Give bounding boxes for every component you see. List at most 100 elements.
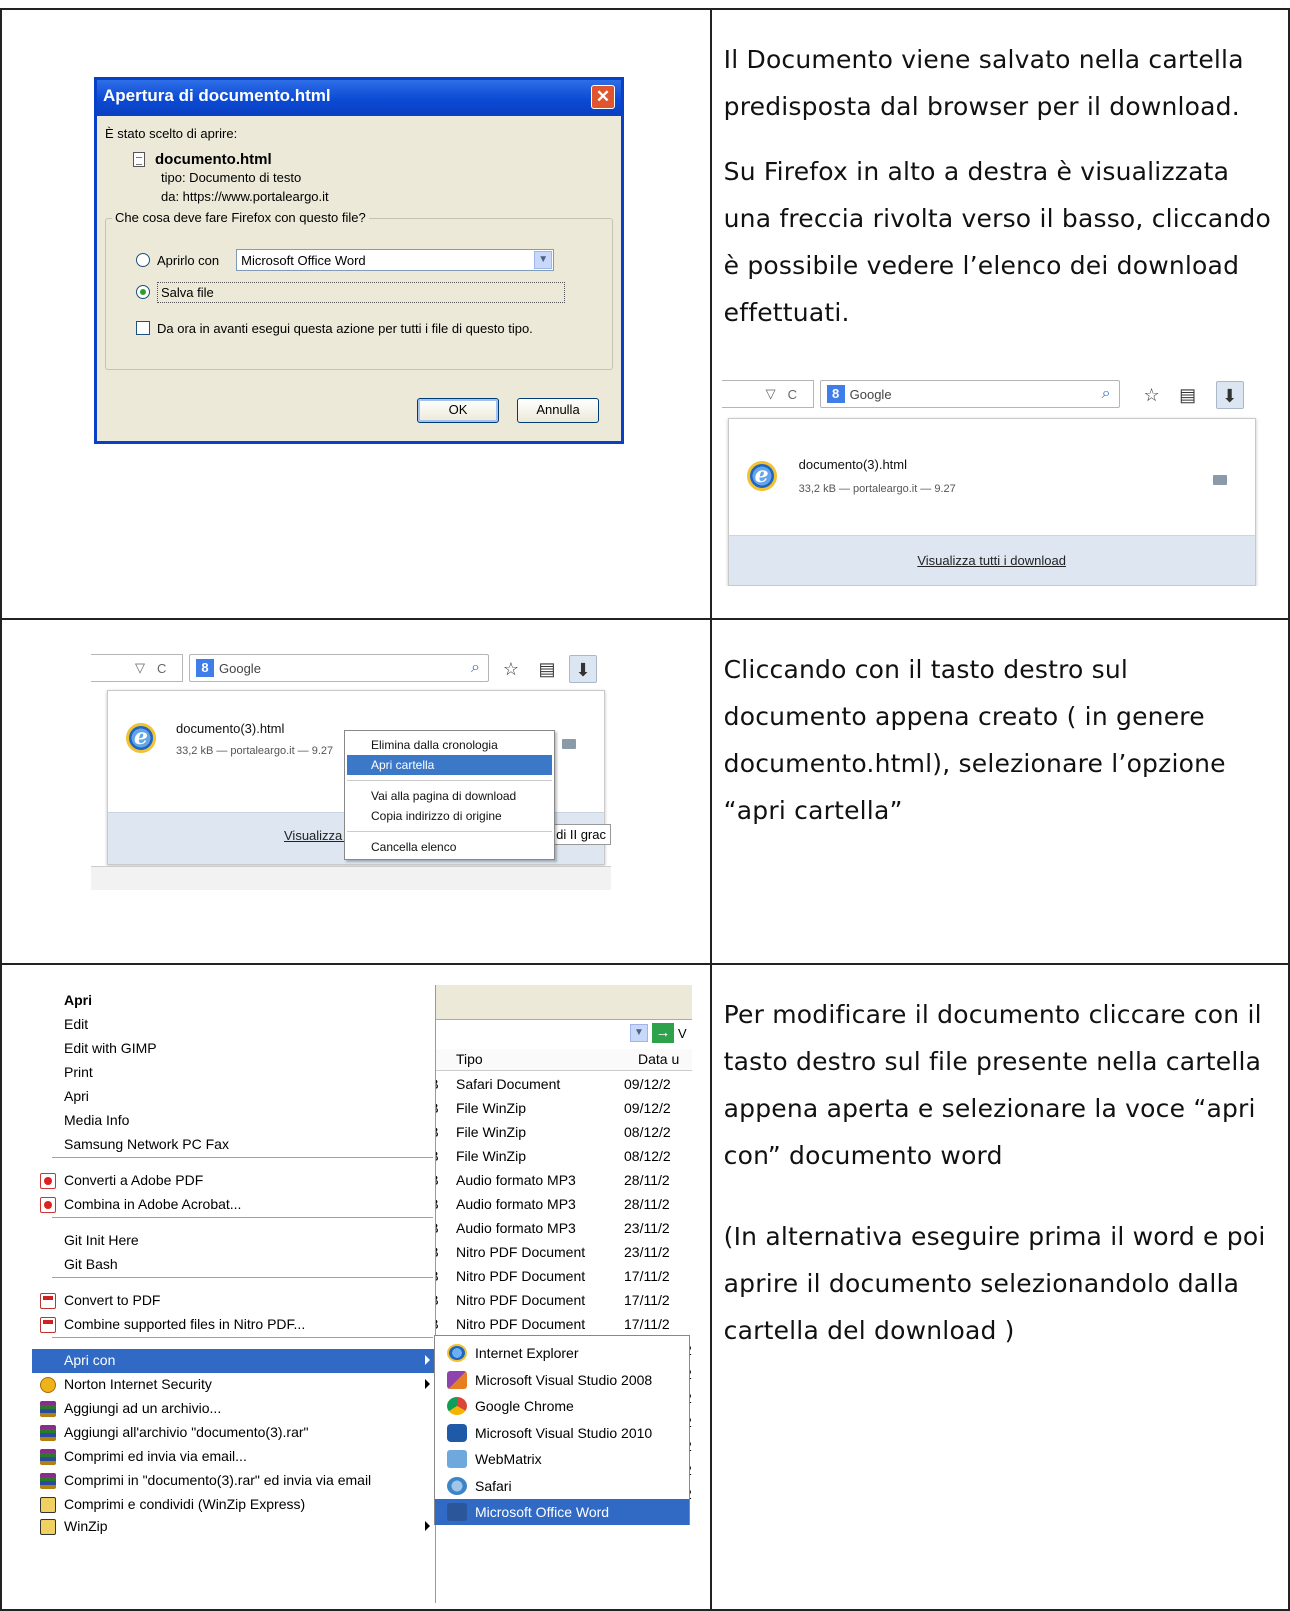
menu-separator [52,1217,433,1218]
menu-item-open-with[interactable]: Apri con [32,1349,436,1373]
menu-item-combine-acrobat[interactable]: Combina in Adobe Acrobat... [32,1193,436,1217]
menu-item-clear-list[interactable]: Cancella elenco [345,837,554,857]
download-filename[interactable]: documento(3).html [176,721,284,736]
download-arrow-icon[interactable]: ⬇ [1215,381,1244,409]
menu-item-media-info[interactable]: Media Info [32,1109,436,1133]
column-date[interactable]: Data u [638,1051,679,1067]
menu-item-go-to-download-page[interactable]: Vai alla pagina di download [345,786,554,806]
menu-item-add-archive[interactable]: Aggiungi ad un archivio... [32,1397,436,1421]
open-with-option[interactable]: Aprirlo con Microsoft Office Word ▼ [136,249,598,271]
ok-button[interactable]: OK [417,398,499,423]
file-date: 09/12/2 [624,1076,671,1092]
pdf-icon [40,1197,56,1213]
menu-item-remove-from-history[interactable]: Elimina dalla cronologia [345,735,554,755]
nitro-icon [40,1293,56,1309]
file-row[interactable]: KBAudio formato MP328/11/2 [420,1193,692,1217]
submenu-item-vs2010[interactable]: Microsoft Visual Studio 2010 [435,1420,689,1446]
file-type: Safari Document [456,1076,561,1092]
close-icon[interactable]: ✕ [591,85,615,109]
menu-item-compress-rar-email[interactable]: Comprimi in "documento(3).rar" ed invia … [32,1469,436,1493]
submenu-item-vs2008[interactable]: Microsoft Visual Studio 2008 [435,1367,689,1393]
search-icon[interactable]: ⌕ [1102,385,1111,403]
save-file-option[interactable]: Salva file [136,281,598,303]
menu-item-git-init[interactable]: Git Init Here [32,1229,436,1253]
reload-icon[interactable]: C [157,661,166,676]
url-bar-fragment[interactable]: ▽ C [91,654,183,682]
file-row[interactable]: KBNitro PDF Document17/11/2 [420,1289,692,1313]
submenu-item-webmatrix[interactable]: WebMatrix [435,1446,689,1472]
dialog-file-source: da: https://www.portaleargo.it [161,189,329,204]
google-search-engine-icon[interactable]: 8 [826,385,845,403]
open-with-select[interactable]: Microsoft Office Word ▼ [236,249,555,271]
row1-text-cell: Il Documento viene salvato nella cartell… [709,8,1290,620]
menu-item-combine-nitro[interactable]: Combine supported files in Nitro PDF... [32,1313,436,1337]
file-row[interactable]: KBNitro PDF Document17/11/2 [420,1265,692,1289]
menu-item-edit[interactable]: Edit [32,1013,436,1037]
open-with-radio[interactable] [136,253,150,267]
file-row[interactable]: KBNitro PDF Document23/11/2 [420,1241,692,1265]
submenu-item-word[interactable]: Microsoft Office Word [435,1499,689,1525]
menu-item-samsung-fax[interactable]: Samsung Network PC Fax [32,1133,436,1157]
file-row[interactable]: KBFile WinZip09/12/2 [420,1097,692,1121]
bookmarks-icon[interactable]: ▤ [533,655,561,683]
submenu-item-label: Google Chrome [475,1398,574,1414]
submenu-item-internet-explorer[interactable]: Internet Explorer [435,1340,689,1366]
file-row[interactable]: KBNitro PDF Document17/11/2 [420,1313,692,1337]
menu-item-copy-source-address[interactable]: Copia indirizzo di origine [345,806,554,826]
row2-screenshot-cell: ▽ C 8 Google ⌕ ☆ ▤ ⬇ e documento(3).html [0,618,712,965]
dialog-filename: documento.html [155,151,272,168]
chevron-down-icon[interactable]: ▼ [534,251,553,269]
column-type[interactable]: Tipo [456,1051,483,1067]
search-icon[interactable]: ⌕ [471,659,480,677]
download-meta: 33,2 kB — portaleargo.it — 9.27 [798,483,956,495]
menu-item-convert-to-pdf[interactable]: Convert to PDF [32,1289,436,1313]
bookmarks-icon[interactable]: ▤ [1174,381,1202,409]
menu-item-compress-email[interactable]: Comprimi ed invia via email... [32,1445,436,1469]
submenu-item-chrome[interactable]: Google Chrome [435,1393,689,1419]
folder-icon[interactable] [562,739,576,749]
cancel-button[interactable]: Annulla [517,398,599,423]
show-all-downloads-link[interactable]: Visualizza tutti i download [728,535,1255,585]
search-box[interactable]: 8 Google ⌕ [189,654,489,682]
menu-item-print[interactable]: Print [32,1061,436,1085]
file-row[interactable]: KBFile WinZip08/12/2 [420,1145,692,1169]
menu-item-edit-gimp[interactable]: Edit with GIMP [32,1037,436,1061]
reload-icon[interactable]: C [788,387,797,402]
menu-item-open-folder[interactable]: Apri cartella [347,755,552,775]
action-groupbox: Che cosa deve fare Firefox con questo fi… [105,210,613,370]
remember-checkbox[interactable] [136,321,150,335]
search-box[interactable]: 8 Google ⌕ [819,380,1120,408]
menu-item-add-rar[interactable]: Aggiungi all'archivio "documento(3).rar" [32,1421,436,1445]
google-search-engine-icon[interactable]: 8 [196,659,214,677]
menu-item-winzip[interactable]: WinZip [32,1515,436,1539]
file-date: 17/11/2 [624,1292,670,1308]
file-row[interactable]: KBAudio formato MP328/11/2 [420,1169,692,1193]
menu-item-apri[interactable]: Apri [32,1085,436,1109]
menu-separator [52,1337,433,1338]
save-file-radio[interactable] [136,285,150,299]
url-bar-fragment[interactable]: ▽ C [721,380,814,408]
star-icon[interactable]: ☆ [497,655,525,683]
menu-item-label: Combine supported files in Nitro PDF... [64,1316,306,1332]
dropdown-icon[interactable]: ▽ [766,386,776,402]
submenu-item-safari[interactable]: Safari [435,1473,689,1499]
download-arrow-icon[interactable]: ⬇ [569,655,597,683]
address-bar[interactable]: ▼ → V [420,1019,692,1047]
file-row[interactable]: KBSafari Document09/12/2 [420,1073,692,1097]
chevron-down-icon[interactable]: ▼ [630,1024,648,1042]
menu-item-norton[interactable]: Norton Internet Security [32,1373,436,1397]
file-row[interactable]: KBAudio formato MP323/11/2 [420,1217,692,1241]
download-filename[interactable]: documento(3).html [799,457,907,472]
menu-item-apri-default[interactable]: Apri [32,989,436,1013]
dropdown-icon[interactable]: ▽ [135,660,145,676]
row3-paragraph-1: Per modificare il documento cliccare con… [723,1000,1262,1170]
menu-item-label: Comprimi in "documento(3).rar" ed invia … [64,1472,372,1488]
star-icon[interactable]: ☆ [1138,381,1166,409]
menu-item-convert-adobe-pdf[interactable]: Converti a Adobe PDF [32,1169,436,1193]
file-row[interactable]: KBFile WinZip08/12/2 [420,1121,692,1145]
go-arrow-icon[interactable]: → [652,1023,674,1043]
menu-item-winzip-express[interactable]: Comprimi e condividi (WinZip Express) [32,1493,436,1517]
remember-option[interactable]: Da ora in avanti esegui questa azione pe… [136,317,598,339]
folder-icon[interactable] [1212,475,1227,485]
menu-item-git-bash[interactable]: Git Bash [32,1253,436,1277]
